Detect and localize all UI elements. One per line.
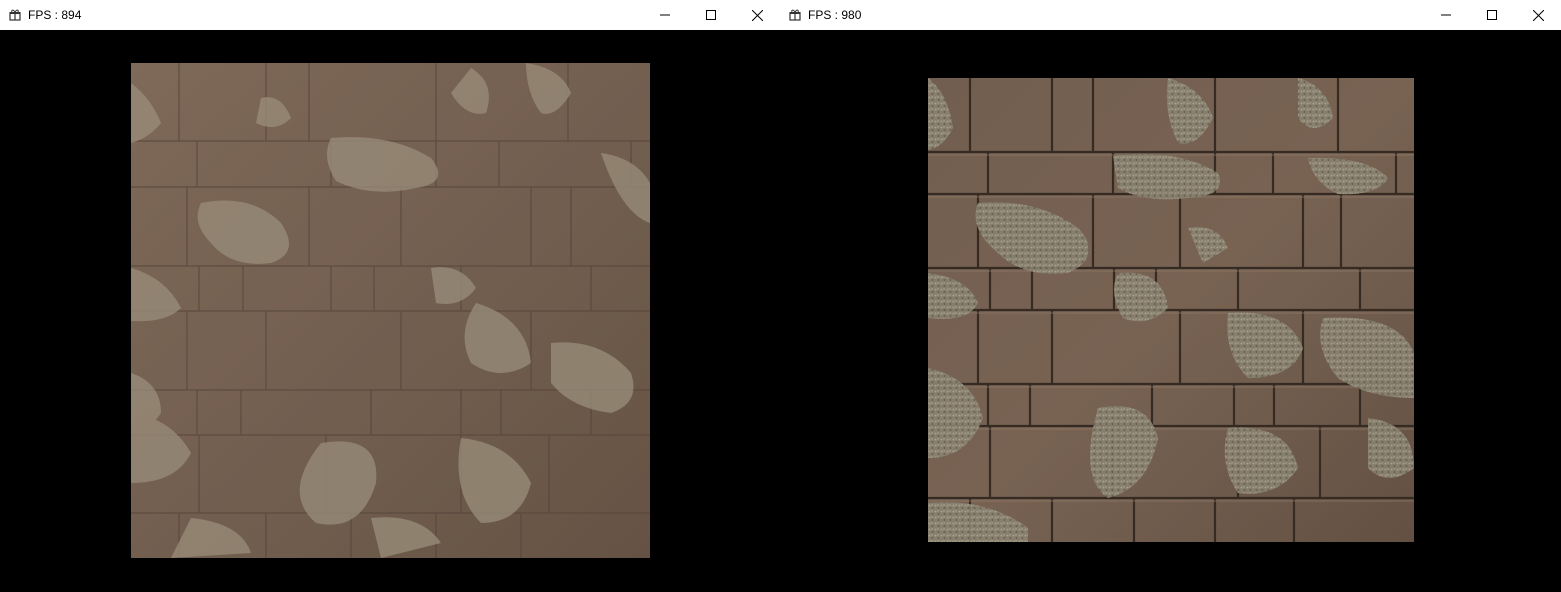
title-bar[interactable]: FPS : 894 [0, 0, 780, 30]
render-viewport[interactable] [0, 30, 780, 592]
minimize-icon [660, 10, 670, 20]
render-window-left: FPS : 894 [0, 0, 780, 592]
close-button[interactable] [1515, 0, 1561, 30]
stone-brick-normal-mapped-quad [928, 78, 1414, 542]
render-viewport[interactable] [780, 30, 1561, 592]
close-icon [1532, 9, 1544, 21]
stone-tile-texture-quad [131, 63, 650, 558]
gift-icon [789, 9, 801, 21]
maximize-button[interactable] [688, 0, 734, 30]
minimize-icon [1441, 10, 1451, 20]
gift-icon [9, 9, 21, 21]
close-icon [751, 9, 763, 21]
title-bar[interactable]: FPS : 980 [780, 0, 1561, 30]
maximize-icon [706, 10, 716, 20]
window-title: FPS : 894 [28, 8, 82, 22]
minimize-button[interactable] [642, 0, 688, 30]
maximize-icon [1487, 10, 1497, 20]
render-window-right: FPS : 980 [780, 0, 1561, 592]
maximize-button[interactable] [1469, 0, 1515, 30]
minimize-button[interactable] [1423, 0, 1469, 30]
close-button[interactable] [734, 0, 780, 30]
window-title: FPS : 980 [808, 8, 862, 22]
